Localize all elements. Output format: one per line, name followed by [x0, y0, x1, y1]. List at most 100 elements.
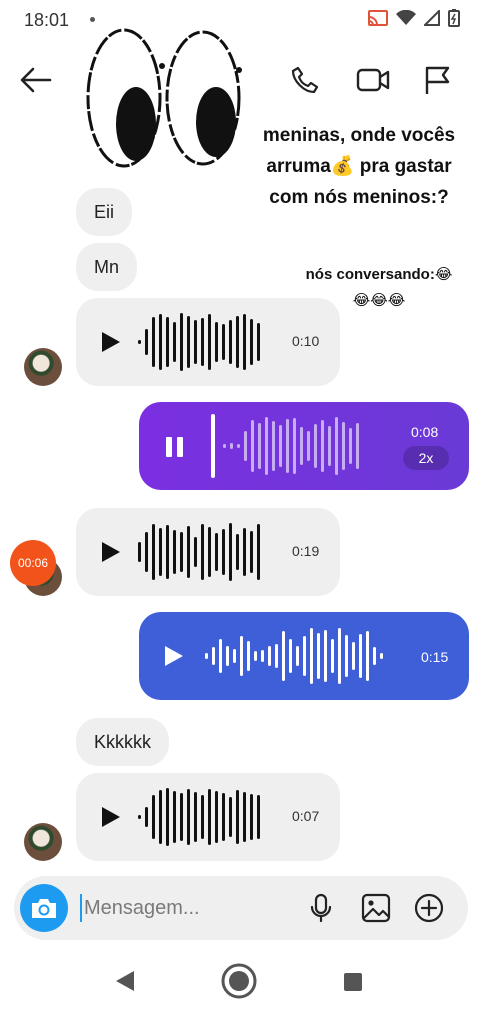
waveform-bar — [261, 650, 264, 662]
waveform-bar — [166, 525, 169, 579]
waveform-bar — [201, 795, 204, 839]
waveform-bar — [166, 317, 169, 367]
more-options-button[interactable] — [412, 891, 446, 925]
waveform-bar — [215, 791, 218, 843]
waveform-bar — [279, 425, 282, 467]
waveform-bar — [215, 533, 218, 571]
back-button[interactable] — [18, 62, 54, 98]
nav-recents-icon[interactable] — [343, 972, 363, 992]
waveform-bar — [380, 653, 383, 659]
message-input[interactable] — [80, 894, 280, 922]
video-call-button[interactable] — [355, 62, 391, 98]
message-bubble-incoming[interactable]: Mn — [76, 243, 138, 291]
audio-duration: 0:10 — [292, 333, 320, 349]
waveform-bar — [359, 634, 362, 678]
waveform-bar — [244, 431, 247, 461]
audio-waveform[interactable] — [138, 522, 260, 582]
waveform-bar — [152, 795, 155, 839]
waveform-bar — [159, 314, 162, 370]
report-button[interactable] — [419, 62, 455, 98]
image-icon — [361, 893, 391, 923]
waveform-bar — [342, 422, 345, 470]
waveform-bar — [201, 524, 204, 580]
wifi-icon — [396, 10, 416, 25]
waveform-bar — [349, 428, 352, 464]
waveform-bar — [272, 421, 275, 471]
waveform-bar — [194, 320, 197, 364]
waveform-bar — [215, 322, 218, 362]
system-navigation-bar — [0, 945, 480, 1014]
avatar[interactable] — [24, 823, 62, 861]
caption-line-1: meninas, onde vocês — [262, 125, 456, 146]
waveform-bar — [173, 791, 176, 843]
waveform-bar — [254, 651, 257, 661]
camera-button[interactable] — [20, 884, 68, 932]
waveform-bar — [345, 635, 348, 677]
message-bubble-incoming[interactable]: Kkkkkk — [76, 718, 170, 766]
caption-line-3: com nós meninos:? — [269, 187, 449, 208]
flag-icon — [425, 66, 450, 94]
message-text: Eii — [94, 201, 115, 222]
voice-message-outgoing: 0:15 — [139, 612, 469, 700]
waveform-bar — [265, 417, 268, 475]
waveform-bar — [219, 639, 222, 673]
waveform-bar — [257, 795, 260, 839]
play-icon[interactable] — [161, 644, 185, 668]
waveform-bar — [145, 329, 148, 355]
microphone-button[interactable] — [304, 891, 338, 925]
waveform-bar — [286, 419, 289, 473]
waveform-bar — [293, 418, 296, 474]
arrow-left-icon — [20, 67, 52, 93]
waveform-bar — [328, 426, 331, 466]
waveform-bar — [237, 444, 240, 448]
microphone-icon — [310, 893, 332, 923]
avatar[interactable] — [24, 348, 62, 386]
waveform-bar — [250, 319, 253, 365]
audio-duration: 0:19 — [292, 543, 320, 559]
video-camera-icon — [356, 68, 390, 92]
pause-icon[interactable] — [163, 435, 187, 459]
waveform-bar — [257, 323, 260, 361]
waveform-bar — [373, 647, 376, 665]
waveform-bar — [223, 444, 226, 448]
waveform-bar — [307, 431, 310, 461]
waveform-bar — [208, 789, 211, 845]
waveform-bar — [366, 631, 369, 681]
waveform-bar — [275, 644, 278, 668]
waveform-bar — [201, 318, 204, 366]
waveform-bar — [173, 530, 176, 574]
playback-cursor[interactable] — [211, 414, 215, 478]
waveform-bar — [180, 793, 183, 841]
phone-icon — [291, 66, 319, 94]
gallery-button[interactable] — [359, 891, 393, 925]
play-icon[interactable] — [98, 805, 122, 829]
nav-home-icon[interactable] — [220, 962, 258, 1000]
audio-waveform[interactable] — [138, 312, 260, 372]
waveform-bar — [145, 532, 148, 572]
nav-back-icon[interactable] — [114, 969, 136, 993]
waveform-bar — [310, 628, 313, 684]
play-icon[interactable] — [98, 540, 122, 564]
waveform-bar — [251, 420, 254, 472]
waveform-bar — [331, 639, 334, 673]
waveform-bar — [247, 641, 250, 671]
playback-speed-button[interactable]: 2x — [403, 446, 449, 470]
audio-waveform[interactable] — [138, 787, 260, 847]
waveform-bar — [243, 314, 246, 370]
audio-waveform[interactable] — [205, 626, 383, 686]
waveform-bar — [222, 793, 225, 841]
call-button[interactable] — [287, 62, 323, 98]
waveform-bar — [229, 797, 232, 837]
waveform-bar — [138, 340, 141, 344]
waveform-bar — [289, 639, 292, 673]
audio-duration: 0:15 — [421, 649, 449, 665]
audio-duration: 0:08 — [411, 424, 439, 440]
play-icon[interactable] — [98, 330, 122, 354]
audio-waveform[interactable] — [223, 416, 359, 476]
waveform-bar — [180, 313, 183, 371]
waveform-bar — [145, 807, 148, 827]
message-bubble-incoming[interactable]: Eii — [76, 188, 133, 236]
cartoon-eyes-sticker — [86, 28, 242, 168]
waveform-bar — [173, 322, 176, 362]
waveform-bar — [335, 417, 338, 475]
